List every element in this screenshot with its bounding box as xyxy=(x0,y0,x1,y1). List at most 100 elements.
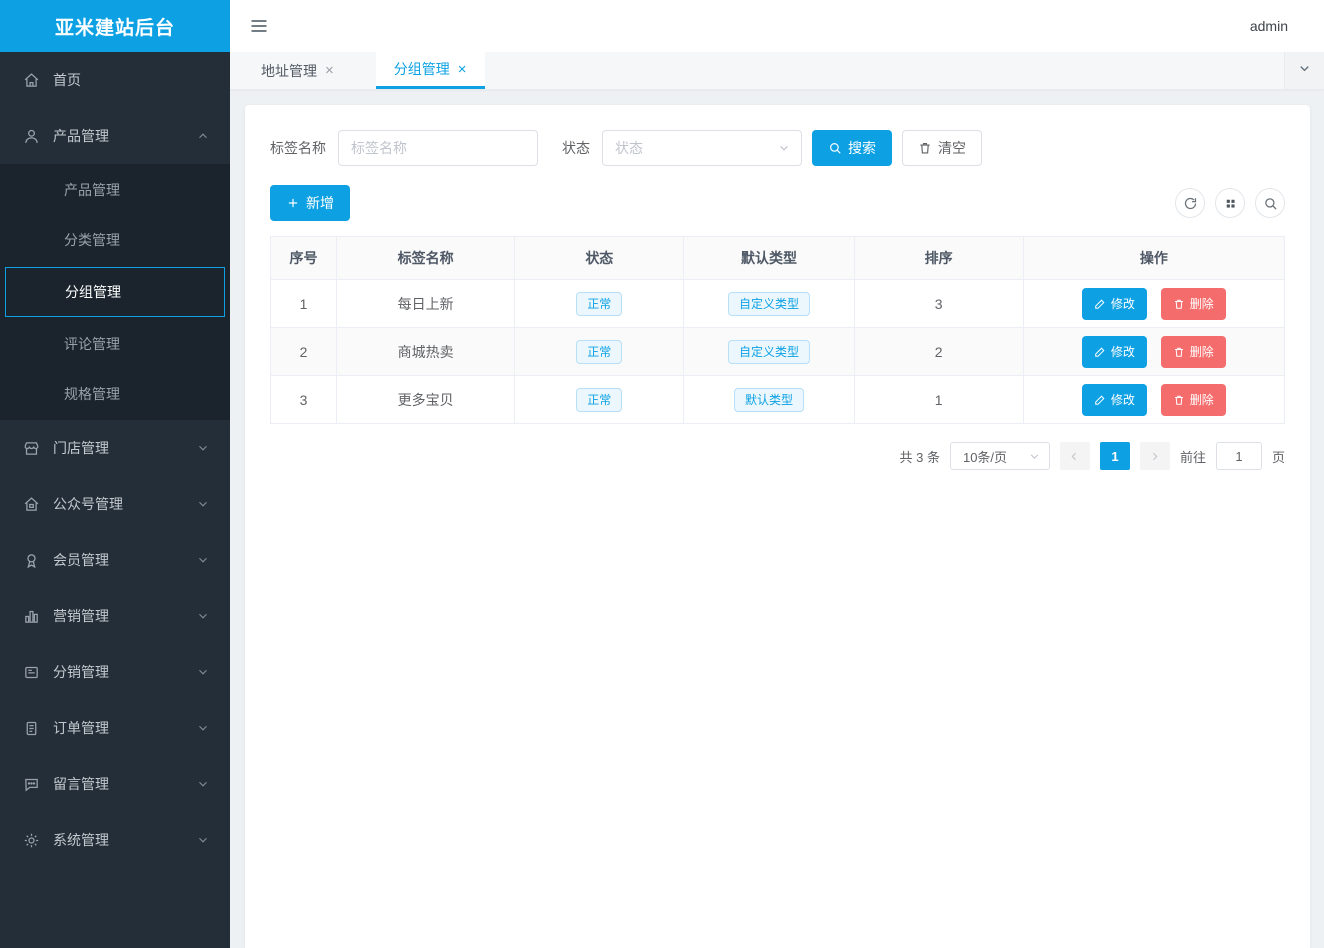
table-tools xyxy=(1175,188,1285,218)
table-search-button[interactable] xyxy=(1255,188,1285,218)
edit-icon xyxy=(1094,346,1106,358)
next-page-button[interactable] xyxy=(1140,442,1170,470)
edit-icon xyxy=(1094,394,1106,406)
sidebar-item-home[interactable]: 首页 xyxy=(0,52,230,108)
grid-icon xyxy=(1223,196,1238,211)
sidebar-item-label: 留言管理 xyxy=(53,774,109,794)
type-badge: 自定义类型 xyxy=(728,340,810,364)
edit-button-label: 修改 xyxy=(1111,343,1135,360)
sidebar-item-system-management[interactable]: 系统管理 xyxy=(0,812,230,868)
edit-icon xyxy=(1094,298,1106,310)
type-badge: 自定义类型 xyxy=(728,292,810,316)
search-button[interactable]: 搜索 xyxy=(812,130,892,166)
pagination-total: 共 3 条 xyxy=(900,447,940,466)
edit-button[interactable]: 修改 xyxy=(1082,384,1147,416)
settings-icon xyxy=(22,831,40,849)
tab-group-management[interactable]: 分组管理 × xyxy=(376,52,485,89)
sidebar-item-distribution-management[interactable]: 分销管理 xyxy=(0,644,230,700)
cell-name: 商城热卖 xyxy=(337,328,515,376)
top-header: admin xyxy=(230,0,1324,52)
chevron-down-icon xyxy=(196,609,210,623)
cell-sort: 3 xyxy=(854,280,1023,328)
goto-prefix: 前往 xyxy=(1180,447,1206,466)
chevron-down-icon xyxy=(196,553,210,567)
user-icon xyxy=(22,127,40,145)
clear-button[interactable]: 清空 xyxy=(902,130,982,166)
trash-icon xyxy=(918,141,932,155)
edit-button[interactable]: 修改 xyxy=(1082,288,1147,320)
chevron-down-icon xyxy=(196,497,210,511)
sidebar-item-product-management[interactable]: 产品管理 xyxy=(0,108,230,164)
delete-button[interactable]: 删除 xyxy=(1161,336,1226,368)
sidebar-item-marketing-management[interactable]: 营销管理 xyxy=(0,588,230,644)
sidebar-subitem-category[interactable]: 分类管理 xyxy=(0,215,230,265)
sidebar-subitem-label: 产品管理 xyxy=(64,180,120,200)
page-number-1[interactable]: 1 xyxy=(1100,442,1130,470)
close-icon[interactable]: × xyxy=(325,63,334,78)
delete-button[interactable]: 删除 xyxy=(1161,384,1226,416)
status-badge: 正常 xyxy=(576,340,622,364)
table-toolbar: 新增 xyxy=(270,185,1285,221)
order-icon xyxy=(22,719,40,737)
goto-page-input[interactable] xyxy=(1216,442,1262,470)
chevron-left-icon xyxy=(1068,450,1081,463)
content-area: 标签名称 状态 状态 搜索 清空 xyxy=(230,90,1324,948)
table-header-row: 序号 标签名称 状态 默认类型 排序 操作 xyxy=(271,237,1285,280)
chevron-up-icon xyxy=(196,129,210,143)
edit-button-label: 修改 xyxy=(1111,391,1135,408)
add-button[interactable]: 新增 xyxy=(270,185,350,221)
marketing-icon xyxy=(22,607,40,625)
sidebar-subitem-product[interactable]: 产品管理 xyxy=(0,165,230,215)
sidebar-item-official-account[interactable]: 公众号管理 xyxy=(0,476,230,532)
close-icon[interactable]: × xyxy=(458,62,467,77)
trash-icon xyxy=(1173,346,1185,358)
sidebar-subitem-spec[interactable]: 规格管理 xyxy=(0,369,230,419)
cell-index: 2 xyxy=(271,328,337,376)
column-header-status: 状态 xyxy=(515,237,684,280)
message-icon xyxy=(22,775,40,793)
cell-index: 1 xyxy=(271,280,337,328)
content-card: 标签名称 状态 状态 搜索 清空 xyxy=(245,105,1310,948)
sidebar-subitem-comment[interactable]: 评论管理 xyxy=(0,319,230,369)
delete-button[interactable]: 删除 xyxy=(1161,288,1226,320)
chevron-down-icon xyxy=(196,665,210,679)
search-icon xyxy=(828,141,842,155)
chevron-down-icon xyxy=(777,141,791,155)
type-badge: 默认类型 xyxy=(734,388,804,412)
refresh-icon xyxy=(1183,196,1198,211)
delete-button-label: 删除 xyxy=(1190,295,1214,312)
column-header-name: 标签名称 xyxy=(337,237,515,280)
cell-index: 3 xyxy=(271,376,337,424)
cell-sort: 1 xyxy=(854,376,1023,424)
sidebar-item-member-management[interactable]: 会员管理 xyxy=(0,532,230,588)
search-button-label: 搜索 xyxy=(848,138,876,158)
home-icon xyxy=(22,71,40,89)
sidebar-subitem-group-active[interactable]: 分组管理 xyxy=(5,267,225,317)
sidebar-item-message-management[interactable]: 留言管理 xyxy=(0,756,230,812)
page-size-select[interactable]: 10条/页 xyxy=(950,442,1050,470)
tab-options-dropdown[interactable] xyxy=(1284,52,1324,89)
sidebar-item-order-management[interactable]: 订单管理 xyxy=(0,700,230,756)
sidebar-item-store-management[interactable]: 门店管理 xyxy=(0,420,230,476)
sidebar-subitem-label: 评论管理 xyxy=(64,334,120,354)
tag-name-input[interactable] xyxy=(338,130,538,166)
clear-button-label: 清空 xyxy=(938,138,966,158)
chevron-down-icon xyxy=(196,721,210,735)
delete-button-label: 删除 xyxy=(1190,343,1214,360)
column-header-sort: 排序 xyxy=(854,237,1023,280)
sidebar-item-label: 会员管理 xyxy=(53,550,109,570)
sidebar-subitem-label: 分组管理 xyxy=(65,282,121,302)
status-select-placeholder: 状态 xyxy=(615,138,643,158)
user-menu[interactable]: admin xyxy=(1250,18,1288,34)
search-form: 标签名称 状态 状态 搜索 清空 xyxy=(270,130,1285,166)
sidebar-item-label: 产品管理 xyxy=(53,126,109,146)
chevron-down-icon xyxy=(196,833,210,847)
status-select[interactable]: 状态 xyxy=(602,130,802,166)
prev-page-button[interactable] xyxy=(1060,442,1090,470)
tab-address-management[interactable]: 地址管理 × xyxy=(243,52,352,89)
sidebar-toggle-button[interactable] xyxy=(248,16,270,36)
sidebar-item-label: 首页 xyxy=(53,70,81,90)
refresh-button[interactable] xyxy=(1175,188,1205,218)
edit-button[interactable]: 修改 xyxy=(1082,336,1147,368)
column-settings-button[interactable] xyxy=(1215,188,1245,218)
